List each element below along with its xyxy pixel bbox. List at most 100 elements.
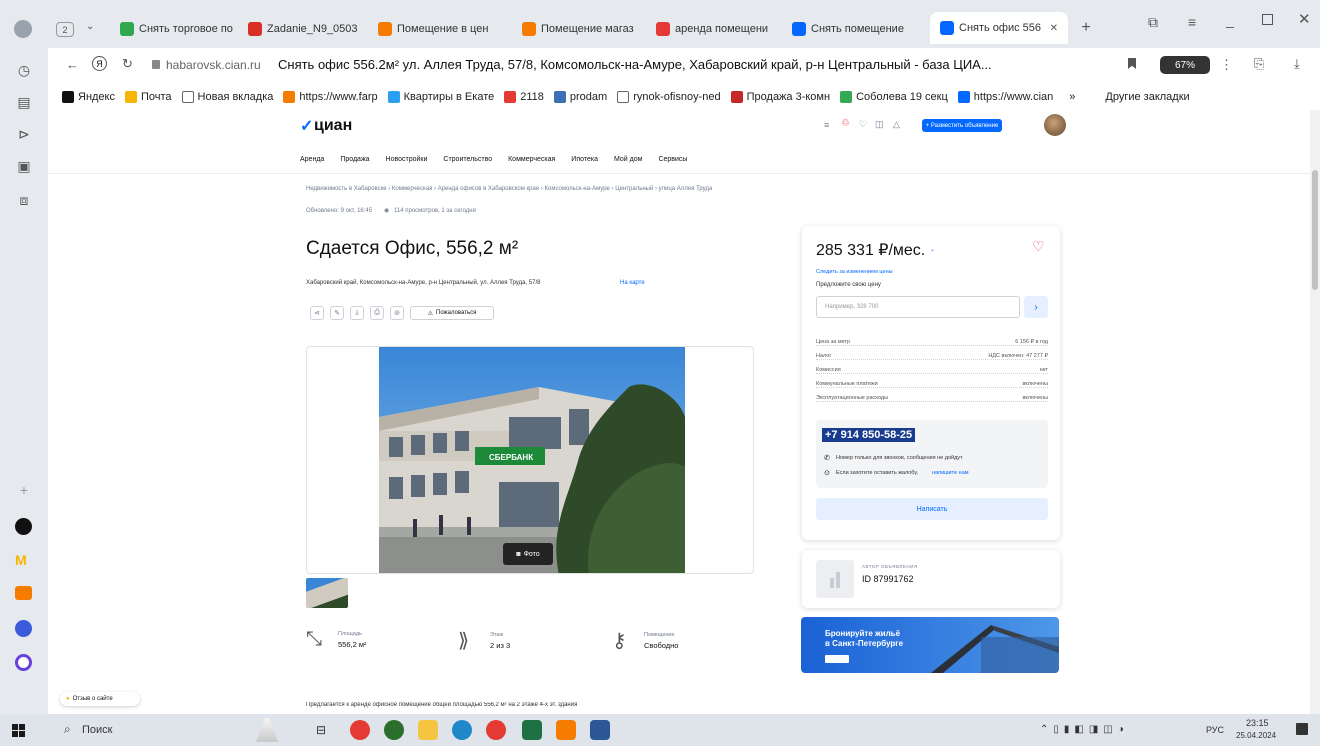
offer-price-input[interactable]: Например, 326 700 — [816, 296, 1020, 318]
excel-icon[interactable] — [522, 720, 542, 740]
bookmark-item[interactable]: Квартиры в Екате — [387, 91, 494, 103]
tab[interactable]: Помещение магаз — [522, 17, 642, 41]
nav-item[interactable]: Коммерческая — [508, 156, 555, 163]
tab-list-chevron-icon[interactable]: ⌄ — [86, 21, 94, 32]
bookmark-item[interactable]: https://www.cian — [957, 91, 1053, 103]
app-icon-4[interactable] — [15, 620, 32, 637]
edit-button[interactable]: ✎ — [330, 306, 344, 320]
maximize-icon[interactable] — [1262, 14, 1273, 25]
app-icon-2[interactable]: M — [15, 552, 32, 569]
nav-item[interactable]: Ипотека — [571, 156, 598, 163]
tab[interactable]: Помещение в цен — [378, 17, 508, 41]
tab[interactable]: Снять помещение — [792, 17, 922, 41]
bookmark-item[interactable]: https://www.farp — [283, 91, 378, 103]
bookmarks-more-icon[interactable]: » — [1069, 91, 1075, 103]
hide-button[interactable]: ⊘ — [390, 306, 404, 320]
price-info-icon[interactable]: ⌄ — [930, 246, 935, 253]
history-icon[interactable]: ◷ — [14, 60, 34, 80]
address-text[interactable]: Хабаровский край, Комсомольск-на-Амуре, … — [306, 280, 540, 286]
watch-price-link[interactable]: Следить за изменением цены — [816, 269, 893, 275]
complaint-link[interactable]: напишите нам — [932, 470, 969, 476]
nav-item[interactable]: Сервисы — [658, 156, 687, 163]
yandex-icon[interactable]: Я — [92, 56, 107, 71]
post-ad-button[interactable]: + Разместить объявление — [922, 119, 1002, 132]
bell-icon[interactable]: △ — [893, 119, 900, 130]
tab-active[interactable]: Снять офис 556 ✕ — [930, 12, 1068, 44]
calendar-icon[interactable]: ▣ — [14, 156, 34, 176]
complain-button[interactable]: ⚠ Пожаловаться — [410, 306, 494, 320]
share-button[interactable]: ⋖ — [310, 306, 324, 320]
bookmark-item[interactable]: prodam — [553, 91, 607, 103]
bookmark-flag-icon[interactable] — [1128, 58, 1136, 69]
photo-button[interactable]: ◙ Фото — [503, 543, 553, 565]
clock-time[interactable]: 23:15 — [1246, 718, 1269, 728]
download-pdf-button[interactable]: ⤓ — [350, 306, 364, 320]
tray-icons[interactable]: ⌃▯▮◧◨◫◑ — [1040, 724, 1129, 735]
tab[interactable]: аренда помещени — [656, 17, 784, 41]
url-domain[interactable]: habarovsk.cian.ru — [166, 58, 261, 72]
tab-count-badge[interactable]: 2 — [56, 22, 74, 37]
bookmark-item[interactable]: Новая вкладка — [181, 91, 273, 103]
photo-gallery[interactable]: СБЕРБАНК ◙ Фото — [306, 346, 754, 574]
tab[interactable]: Снять торговое по — [120, 17, 238, 41]
favorite-heart-icon[interactable]: ♡ — [1032, 238, 1045, 255]
nav-item[interactable]: Мой дом — [614, 156, 642, 163]
offer-submit-button[interactable]: › — [1024, 296, 1048, 318]
start-icon[interactable] — [12, 724, 25, 737]
write-button[interactable]: Написать — [816, 498, 1048, 520]
add-panel-icon[interactable]: + — [14, 480, 34, 500]
print-button[interactable]: ⎙ — [370, 306, 384, 320]
app-pinned-1[interactable] — [384, 720, 404, 740]
reload-icon[interactable]: ↻ — [122, 56, 133, 72]
promo-banner[interactable]: Бронируйте жильё в Санкт-Петербурге — [801, 617, 1059, 673]
cian-logo-icon[interactable]: ✓ — [300, 116, 313, 136]
menu-icon[interactable]: ≡ — [1188, 14, 1196, 30]
task-view-icon[interactable]: ⊟ — [316, 723, 326, 737]
notifications-icon[interactable]: ◫ — [875, 119, 884, 130]
user-avatar[interactable] — [1044, 114, 1066, 136]
back-icon[interactable]: ← — [66, 57, 79, 72]
download-icon[interactable]: ⤓ — [1294, 56, 1300, 72]
bookmark-item[interactable]: Продажа 3-комн — [730, 91, 830, 103]
yandex-browser-app-icon[interactable] — [350, 720, 370, 740]
favorites-icon[interactable]: ♡ — [859, 119, 867, 130]
play-icon[interactable]: ⊳ — [14, 124, 34, 144]
bookmark-item[interactable]: rynok-ofisnoy-ned — [617, 91, 721, 103]
file-explorer-icon[interactable] — [418, 720, 438, 740]
search-highlight-icon[interactable] — [256, 718, 278, 742]
more-icon[interactable]: ⋮ — [1220, 57, 1233, 73]
author-id[interactable]: ID 87991762 — [862, 574, 914, 584]
phone-number[interactable]: +7 914 850-58-25 — [822, 428, 916, 442]
browser-logo-icon[interactable] — [14, 20, 32, 38]
map-link[interactable]: На карте — [620, 280, 645, 286]
compare-icon[interactable]: ≡ — [824, 120, 829, 130]
ads-icon[interactable]: ♲ — [841, 118, 850, 129]
page-scrollbar[interactable] — [1310, 110, 1320, 714]
protect-badge[interactable]: 67% — [1160, 56, 1210, 74]
close-tab-icon[interactable]: ✕ — [1050, 23, 1058, 34]
bookmark-item[interactable]: Почта — [125, 91, 172, 103]
word-icon[interactable] — [590, 720, 610, 740]
bookmark-item[interactable]: Соболева 19 секц — [840, 91, 948, 103]
notification-icon[interactable] — [1296, 723, 1308, 735]
clock-date[interactable]: 25.04.2024 — [1236, 731, 1276, 740]
photo-thumbnail[interactable] — [306, 578, 348, 608]
bookmark-item[interactable]: Яндекс — [62, 91, 115, 103]
screenshot-icon[interactable]: ⧈ — [14, 190, 34, 210]
notes-icon[interactable]: ▤ — [14, 92, 34, 112]
minimize-icon[interactable]: _ — [1226, 12, 1234, 28]
bookmarks-panel-icon[interactable]: ⧉ — [1148, 14, 1158, 31]
site-logo[interactable]: циан — [314, 117, 352, 135]
tab[interactable]: Zadanie_N9_0503 — [248, 17, 368, 41]
feedback-button[interactable]: ● Отзыв о сайте — [60, 692, 140, 706]
app-icon-3[interactable] — [15, 586, 32, 600]
app-orange-icon[interactable] — [556, 720, 576, 740]
new-tab-button[interactable]: + — [1076, 18, 1096, 38]
nav-item[interactable]: Аренда — [300, 156, 324, 163]
app-icon-1[interactable] — [15, 518, 32, 535]
share-icon[interactable]: ⎘ — [1254, 56, 1264, 72]
author-avatar-icon[interactable] — [816, 560, 854, 598]
nav-item[interactable]: Продажа — [340, 156, 369, 163]
close-window-icon[interactable]: ✕ — [1298, 10, 1311, 28]
app-icon-5[interactable] — [15, 654, 32, 671]
